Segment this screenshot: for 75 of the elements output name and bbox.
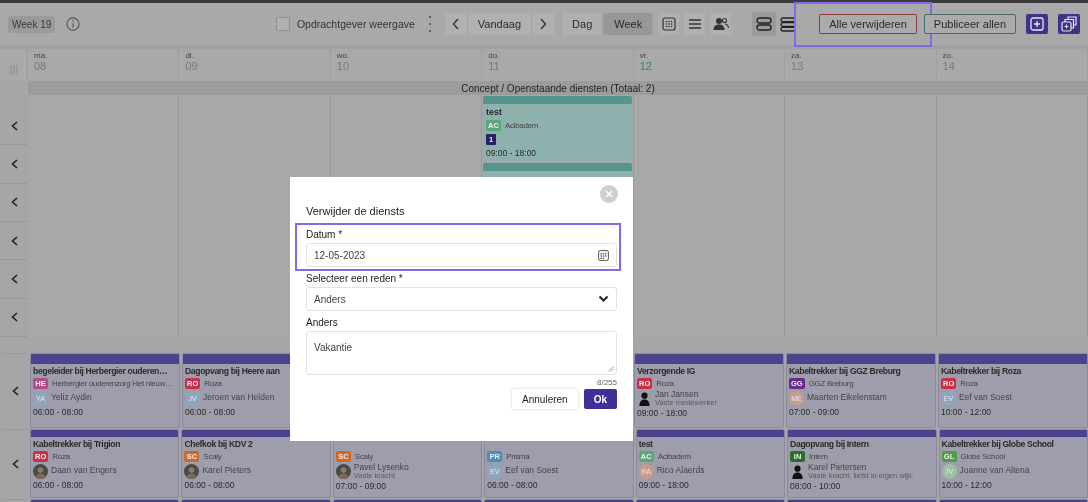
day-name: ma.: [34, 51, 49, 60]
person-name: Karel Pietersen: [808, 463, 868, 473]
action-button[interactable]: Publiceer allen: [923, 14, 1016, 34]
shift-time: 09:00 - 18:00: [637, 407, 689, 418]
shift-time: 09:00 - 18:00: [638, 480, 690, 490]
client-name: Roza: [960, 379, 978, 388]
reason-textarea[interactable]: Vakantie: [306, 331, 617, 375]
person-name: Karel Pieters: [202, 466, 252, 476]
shift-title: test: [486, 107, 503, 117]
day-name: za.: [791, 51, 803, 60]
shift-title: test: [638, 439, 654, 450]
shift-time: 10:00 - 12:00: [941, 407, 993, 417]
client-name: Herbergier ouderenzorg Het nieuw…: [52, 379, 173, 388]
dialog-button[interactable]: Ok: [583, 389, 617, 409]
person-name: Jan Jansen: [655, 390, 700, 400]
shift-time: 06:00 - 08:00: [487, 480, 539, 490]
client-name: GGZ Breburg: [808, 379, 854, 388]
character-counter: 8/255: [596, 378, 617, 387]
shift-title: Kabeltrekker bij Globe School: [941, 439, 1055, 450]
shift-time: 09:00 - 18:00: [486, 148, 538, 158]
week-badge: Week 19: [8, 15, 56, 33]
client-name: Prisma: [506, 452, 530, 461]
shift-title: begeleider bij Herbergier ouderen…: [33, 366, 169, 377]
shift-title: Verzorgende IG: [637, 366, 697, 377]
shift-time: 06:00 - 08:00: [33, 407, 85, 417]
reason-select[interactable]: Anders: [306, 287, 617, 311]
person-name: Joanne van Altena: [959, 466, 1030, 476]
shift-time: 06:00 - 08:00: [185, 407, 237, 417]
day-name: wo.: [336, 51, 351, 60]
client-name: Roza: [204, 379, 222, 388]
person-name: Eef van Soest: [505, 466, 559, 476]
client-name: Acibadem: [505, 121, 539, 130]
field-label: Datum *: [306, 229, 344, 240]
day-name: vr.: [639, 51, 650, 60]
shift-title: Kabeltrekker bij GGZ Breburg: [789, 366, 902, 377]
field-label: Selecteer een reden *: [306, 273, 404, 284]
day-name: zo.: [942, 51, 955, 60]
shift-time: 07:00 - 09:00: [335, 480, 387, 491]
client-name: Roza: [656, 379, 674, 388]
view-tab[interactable]: Week: [603, 13, 654, 35]
day-name: di.: [185, 51, 195, 60]
person-name: Rico Alaerds: [656, 466, 705, 476]
action-button[interactable]: Alle verwijderen: [819, 14, 917, 34]
client-name: Scaly: [354, 452, 373, 461]
person-name: Jeroen van Helden: [203, 393, 275, 403]
shift-time: 06:00 - 08:00: [184, 480, 236, 490]
client-name: Acibadem: [657, 452, 691, 461]
shift-title: Dagopvang bij Intern: [790, 439, 870, 450]
person-name: Yeliz Aydin: [51, 393, 92, 403]
person-name: Maarten Eikelenstam: [807, 393, 887, 403]
shift-title: Kabeltrekker bij Trigion: [33, 439, 122, 450]
checkbox-label: Opdrachtgever weergave: [296, 18, 415, 30]
shift-time: 07:00 - 09:00: [789, 407, 841, 417]
person-name: Eef van Soest: [959, 393, 1012, 403]
section-title: Concept / Openstaande diensten (Totaal: 2): [461, 82, 655, 94]
field-label: Anders: [306, 317, 339, 328]
today-button[interactable]: Vandaag: [466, 13, 533, 35]
shift-title: Kabeltrekker bij Roza: [941, 366, 1023, 377]
view-tab[interactable]: Dag: [561, 13, 604, 35]
shift-title: Chefkok bij KDV 2: [184, 439, 254, 450]
day-name: do.: [488, 51, 501, 60]
shift-time: 08:00 - 10:00: [790, 480, 842, 491]
date-field[interactable]: 12-05-2023: [306, 243, 617, 267]
client-name: Globe School: [960, 452, 1005, 461]
shift-title: Dagopvang bij Heere aan: [185, 366, 281, 377]
client-name: Roza: [52, 452, 70, 461]
client-name: Intern: [809, 452, 828, 461]
dialog-button[interactable]: Annuleren: [512, 389, 578, 409]
dialog-title: Verwijder de diensts: [306, 205, 405, 217]
person-name: Daan van Engers: [51, 466, 117, 476]
day-number: 12: [639, 60, 653, 72]
person-name: Pavel Lysenko: [353, 463, 409, 472]
client-name: Scaly: [203, 452, 222, 461]
shift-time: 10:00 - 12:00: [941, 480, 993, 490]
shift-time: 06:00 - 08:00: [33, 480, 85, 490]
